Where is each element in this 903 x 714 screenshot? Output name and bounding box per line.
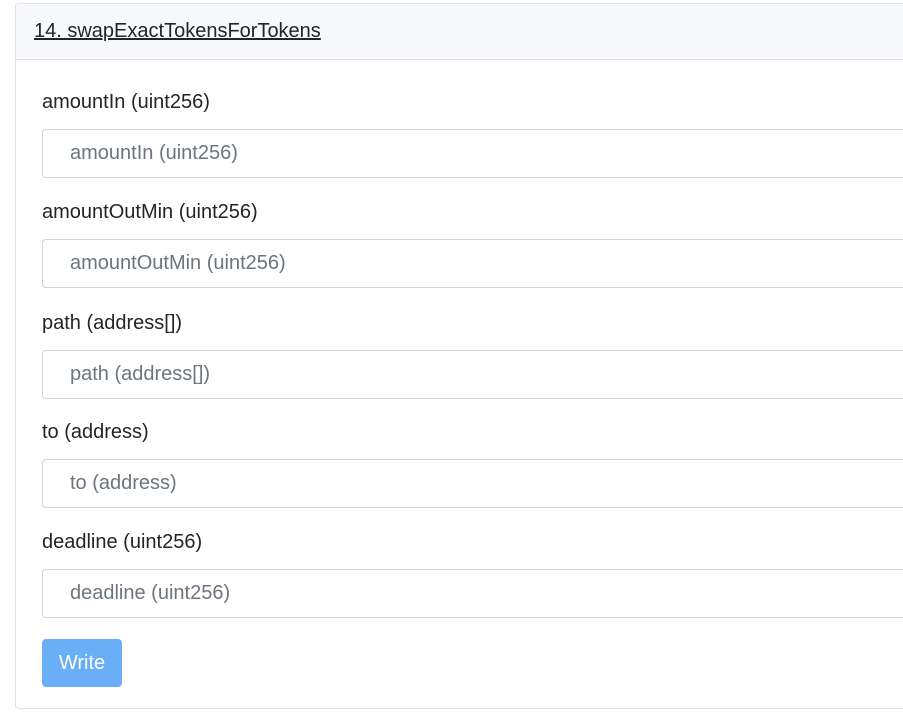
deadline-input[interactable] xyxy=(42,569,903,618)
field-label: amountIn (uint256) xyxy=(42,91,210,113)
amount-in-input[interactable] xyxy=(42,129,903,178)
field-to: to (address) xyxy=(42,399,903,508)
field-label: deadline (uint256) xyxy=(42,531,203,553)
method-card-body: amountIn (uint256) amountOutMin (uint256… xyxy=(16,60,903,687)
amount-out-min-input[interactable] xyxy=(42,239,903,288)
method-card-header[interactable]: 14. swapExactTokensForTokens xyxy=(16,4,903,60)
field-deadline: deadline (uint256) xyxy=(42,508,903,618)
path-input[interactable] xyxy=(42,350,903,399)
field-amount-out-min: amountOutMin (uint256) xyxy=(42,178,903,288)
field-label: amountOutMin (uint256) xyxy=(42,201,258,223)
method-card: 14. swapExactTokensForTokens amountIn (u… xyxy=(15,3,903,709)
to-input[interactable] xyxy=(42,459,903,508)
field-label: path (address[]) xyxy=(42,312,183,334)
method-title-link[interactable]: 14. swapExactTokensForTokens xyxy=(34,20,321,43)
write-button[interactable]: Write xyxy=(42,639,122,687)
field-amount-in: amountIn (uint256) xyxy=(42,60,903,178)
field-label: to (address) xyxy=(42,421,149,443)
field-path: path (address[]) xyxy=(42,288,903,399)
